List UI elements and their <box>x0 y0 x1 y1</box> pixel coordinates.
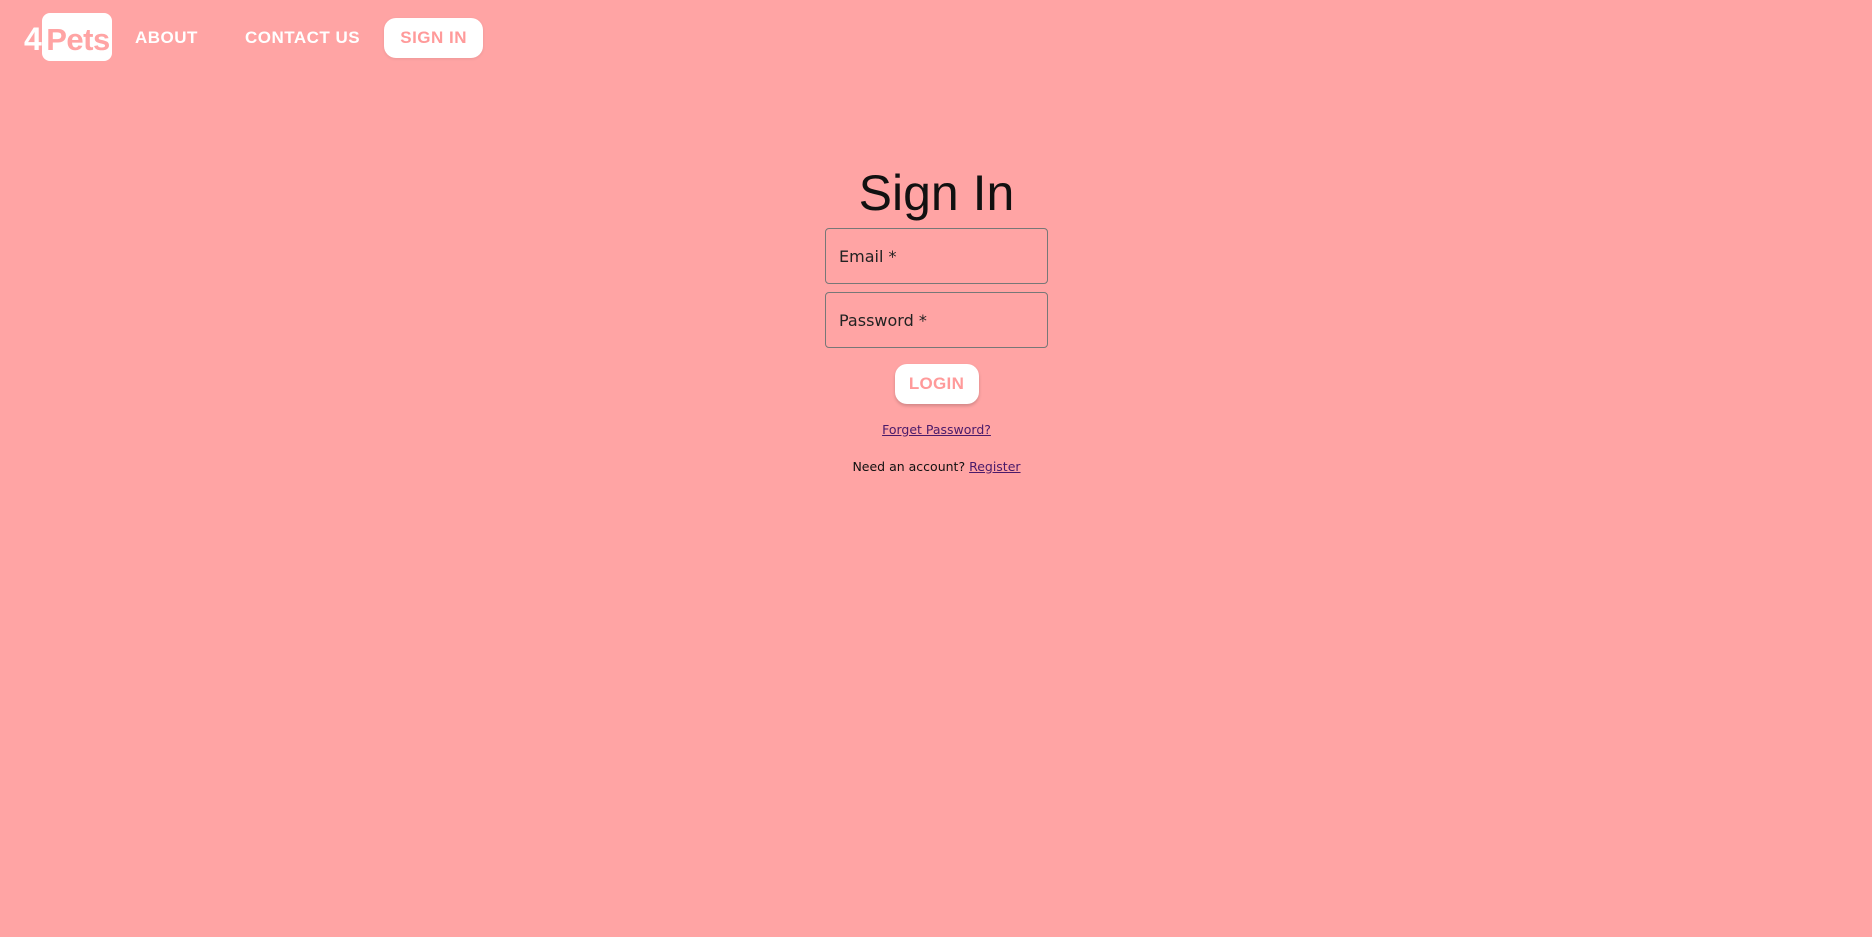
register-link[interactable]: Register <box>969 459 1020 474</box>
page: 4 Pets ABOUT CONTACT US SIGN IN Sign In … <box>0 0 1872 937</box>
logo-prefix: 4 <box>24 21 42 57</box>
login-button[interactable]: LOGIN <box>894 364 979 404</box>
nav-about-link[interactable]: ABOUT <box>135 28 198 48</box>
logo-badge: Pets <box>42 13 112 61</box>
top-nav: 4 Pets ABOUT CONTACT US SIGN IN <box>24 13 484 63</box>
register-prompt: Need an account? <box>852 459 966 474</box>
password-field[interactable]: Password * <box>825 292 1048 348</box>
password-label: Password * <box>839 310 927 330</box>
page-title: Sign In <box>858 165 1015 221</box>
forgot-password-link[interactable]: Forget Password? <box>882 422 991 437</box>
email-label: Email * <box>839 246 897 266</box>
logo-word: Pets <box>46 21 110 57</box>
nav-signin-button[interactable]: SIGN IN <box>384 18 484 58</box>
nav-contact-link[interactable]: CONTACT US <box>245 28 360 48</box>
register-prompt-line: Need an account? Register <box>852 459 1020 474</box>
email-field[interactable]: Email * <box>825 228 1048 284</box>
logo[interactable]: 4 Pets <box>24 13 112 63</box>
sign-in-form: Sign In Email * Password * LOGIN Forget … <box>825 160 1048 474</box>
